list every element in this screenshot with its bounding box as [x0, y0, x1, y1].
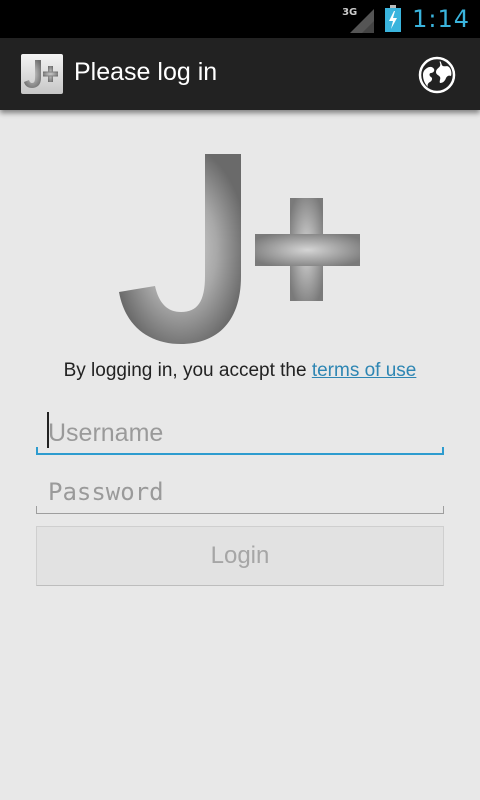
terms-notice: By logging in, you accept the terms of u… [0, 360, 480, 382]
password-underline [36, 506, 444, 514]
username-underline [36, 447, 444, 455]
terms-text: By logging in, you accept the [63, 360, 312, 381]
signal-strength-icon [350, 9, 375, 33]
battery-charging-icon [384, 5, 402, 33]
terms-of-use-link[interactable]: terms of use [312, 360, 417, 381]
network-signal: 3G [342, 5, 375, 33]
language-button[interactable] [418, 56, 456, 94]
text-cursor [47, 412, 49, 448]
action-bar: Please log in [0, 38, 480, 110]
app-logo [115, 150, 365, 350]
status-icons: 3G 1:14 [342, 0, 470, 38]
app-logo-icon[interactable] [21, 54, 63, 94]
globe-icon [418, 56, 456, 94]
page-title: Please log in [74, 58, 218, 86]
status-clock: 1:14 [412, 5, 470, 33]
status-bar: 3G 1:14 [0, 0, 480, 38]
login-button[interactable]: Login [36, 526, 444, 586]
